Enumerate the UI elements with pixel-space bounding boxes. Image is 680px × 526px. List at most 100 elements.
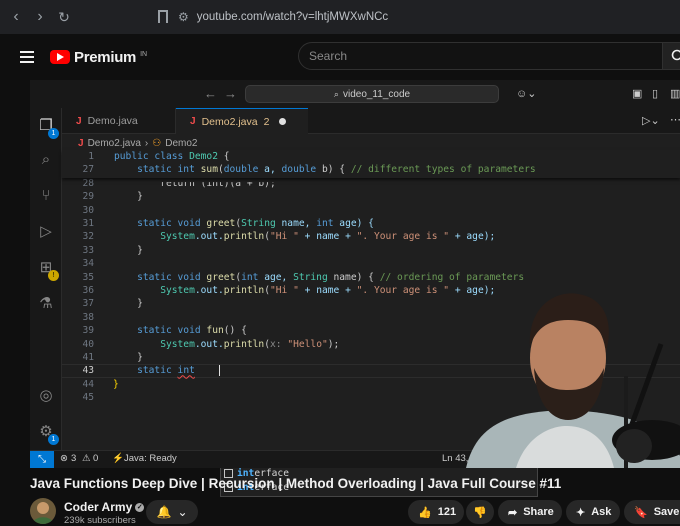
code-line: } — [114, 244, 143, 256]
bookmark-icon: 🔖 — [634, 506, 648, 519]
youtube-logo[interactable]: Premium IN — [50, 49, 147, 66]
warning-count[interactable]: 0 — [93, 453, 98, 464]
avatar-image — [32, 502, 54, 524]
search-icon[interactable]: ⌕ — [36, 150, 56, 170]
panel-toggle-icon[interactable]: ▯ — [652, 87, 658, 100]
hamburger-menu-icon[interactable] — [20, 48, 34, 66]
region-code: IN — [140, 50, 148, 58]
run-debug-icon[interactable]: ▷ — [36, 222, 56, 242]
subscribed-button[interactable]: 🔔 ⌄ — [146, 500, 198, 524]
line-number: 32 — [82, 231, 94, 243]
line-number: 33 — [82, 244, 94, 256]
class-icon: ⚇ — [152, 137, 162, 149]
command-center[interactable]: ⌕ video_11_code — [245, 85, 499, 103]
address-bar[interactable]: ⚙ youtube.com/watch?v=lhtjMWXwNCc — [178, 6, 680, 28]
verified-icon: ✓ — [135, 503, 145, 513]
line-number: 44 — [82, 378, 94, 390]
tab-demo-java[interactable]: J Demo.java — [62, 108, 176, 134]
activity-bar: ❐ 1 ⌕ ⑂ ▷ ⊞! ⚗ ◎ ⚙ 1 — [30, 108, 62, 450]
unsaved-dot-icon[interactable] — [279, 118, 287, 125]
channel-avatar[interactable] — [30, 498, 56, 524]
error-icon[interactable]: ⊗ — [60, 453, 68, 464]
extensions-icon[interactable]: ⊞! — [36, 258, 59, 281]
account-icon[interactable]: ◎ — [36, 386, 56, 406]
line-number: 41 — [82, 352, 94, 363]
settings-badge: 1 — [48, 434, 59, 445]
site-info-icon[interactable]: ⚙ — [178, 10, 189, 24]
line-number: 30 — [82, 204, 94, 216]
url-text: youtube.com/watch?v=lhtjMWXwNCc — [196, 11, 389, 23]
java-status[interactable]: Java: Ready — [124, 453, 177, 464]
line-number: 29 — [82, 191, 94, 203]
reload-icon[interactable]: ↻ — [56, 9, 72, 26]
code-line: static int sum(double a, double b) { // … — [114, 164, 536, 176]
warning-badge: ! — [48, 270, 59, 281]
line-number: 39 — [82, 325, 94, 337]
line-number: 43 — [82, 365, 94, 377]
thumbs-up-icon: 👍 — [418, 506, 432, 519]
brand-name: Premium — [74, 48, 137, 66]
subscriber-count: 239k subscribers — [64, 515, 136, 526]
copilot-icon[interactable]: ☺⌄ — [516, 87, 536, 100]
code-line: return (int)(a + b); — [114, 177, 276, 189]
nav-back-icon[interactable]: ← — [204, 86, 217, 101]
bookmark-icon[interactable] — [158, 10, 168, 23]
video-title: Java Functions Deep Dive | Recursion | M… — [30, 476, 562, 491]
vscode-titlebar: ← → ⌕ video_11_code ☺⌄ ▣ ▯ ▥ — [30, 80, 680, 108]
code-line: System.out.println("Hi " + name + ". You… — [114, 285, 496, 296]
code-line: } — [114, 191, 143, 203]
java-file-icon: J — [76, 115, 82, 127]
line-number: 1 — [88, 151, 94, 162]
search-input[interactable]: Search — [298, 42, 670, 70]
editor-tabs: J Demo.java J Demo2.java 2 ▷⌄ ⋯ — [62, 108, 680, 134]
forward-icon[interactable]: › — [32, 8, 48, 26]
error-count[interactable]: 3 — [71, 453, 76, 464]
code-line: static void fun() { — [114, 325, 247, 337]
code-line: static int — [114, 365, 195, 377]
dislike-button[interactable]: 👎 — [466, 500, 494, 524]
save-button[interactable]: 🔖 Save — [624, 500, 680, 524]
more-actions-icon[interactable]: ⋯ — [670, 113, 680, 126]
code-line: } — [114, 298, 143, 310]
youtube-play-icon — [50, 50, 70, 64]
share-button[interactable]: ➦ Share — [498, 500, 562, 524]
youtube-header: Premium IN Search — [0, 34, 680, 80]
code-line: System.out.println("Hi " + name + ". You… — [114, 231, 496, 243]
java-file-icon: J — [78, 137, 84, 149]
search-placeholder: Search — [309, 49, 348, 63]
line-number: 45 — [82, 392, 94, 404]
line-number: 36 — [82, 285, 94, 296]
breadcrumb: J Demo2.java › ⚇ Demo2 — [78, 136, 197, 150]
run-icon[interactable]: ▷⌄ — [642, 114, 660, 127]
code-line: static void greet(int age, String name) … — [114, 271, 525, 283]
line-number: 28 — [82, 177, 94, 189]
breadcrumb-file[interactable]: Demo2.java — [88, 138, 141, 149]
browser-toolbar: ‹ › ↻ ⚙ youtube.com/watch?v=lhtjMWXwNCc — [0, 0, 680, 34]
thumbs-down-icon: 👎 — [473, 506, 487, 519]
code-line: public class Demo2 { — [114, 151, 230, 162]
tab-label: Demo.java — [87, 115, 138, 127]
search-button[interactable] — [662, 42, 680, 70]
like-button[interactable]: 👍 121 — [408, 500, 464, 524]
warning-icon[interactable]: ⚠ — [82, 453, 91, 464]
code-line: System.out.println(x: "Hello"); — [114, 338, 340, 350]
layout-icon[interactable]: ▣ — [632, 87, 642, 100]
settings-gear-icon[interactable]: ⚙ 1 — [36, 422, 59, 445]
java-status-icon: ⚡ — [112, 453, 124, 464]
sparkle-icon: ✦ — [576, 506, 586, 519]
back-icon[interactable]: ‹ — [8, 8, 24, 26]
line-number: 27 — [82, 164, 94, 176]
source-control-icon[interactable]: ⑂ — [36, 186, 56, 206]
explorer-icon[interactable]: ❐ 1 — [36, 116, 59, 139]
ask-button[interactable]: ✦ Ask — [566, 500, 620, 524]
nav-forward-icon[interactable]: → — [224, 86, 237, 101]
breadcrumb-class[interactable]: Demo2 — [165, 138, 197, 149]
line-number: 34 — [82, 258, 94, 270]
testing-icon[interactable]: ⚗ — [36, 294, 56, 314]
sidebar-toggle-icon[interactable]: ▥ — [670, 87, 680, 100]
text-cursor — [219, 365, 220, 376]
channel-name[interactable]: Coder Army ✓ — [64, 500, 145, 514]
remote-icon[interactable]: ⤡ — [30, 451, 54, 468]
tab-demo2-java[interactable]: J Demo2.java 2 — [176, 108, 308, 134]
chevron-down-icon: ⌄ — [177, 505, 188, 519]
